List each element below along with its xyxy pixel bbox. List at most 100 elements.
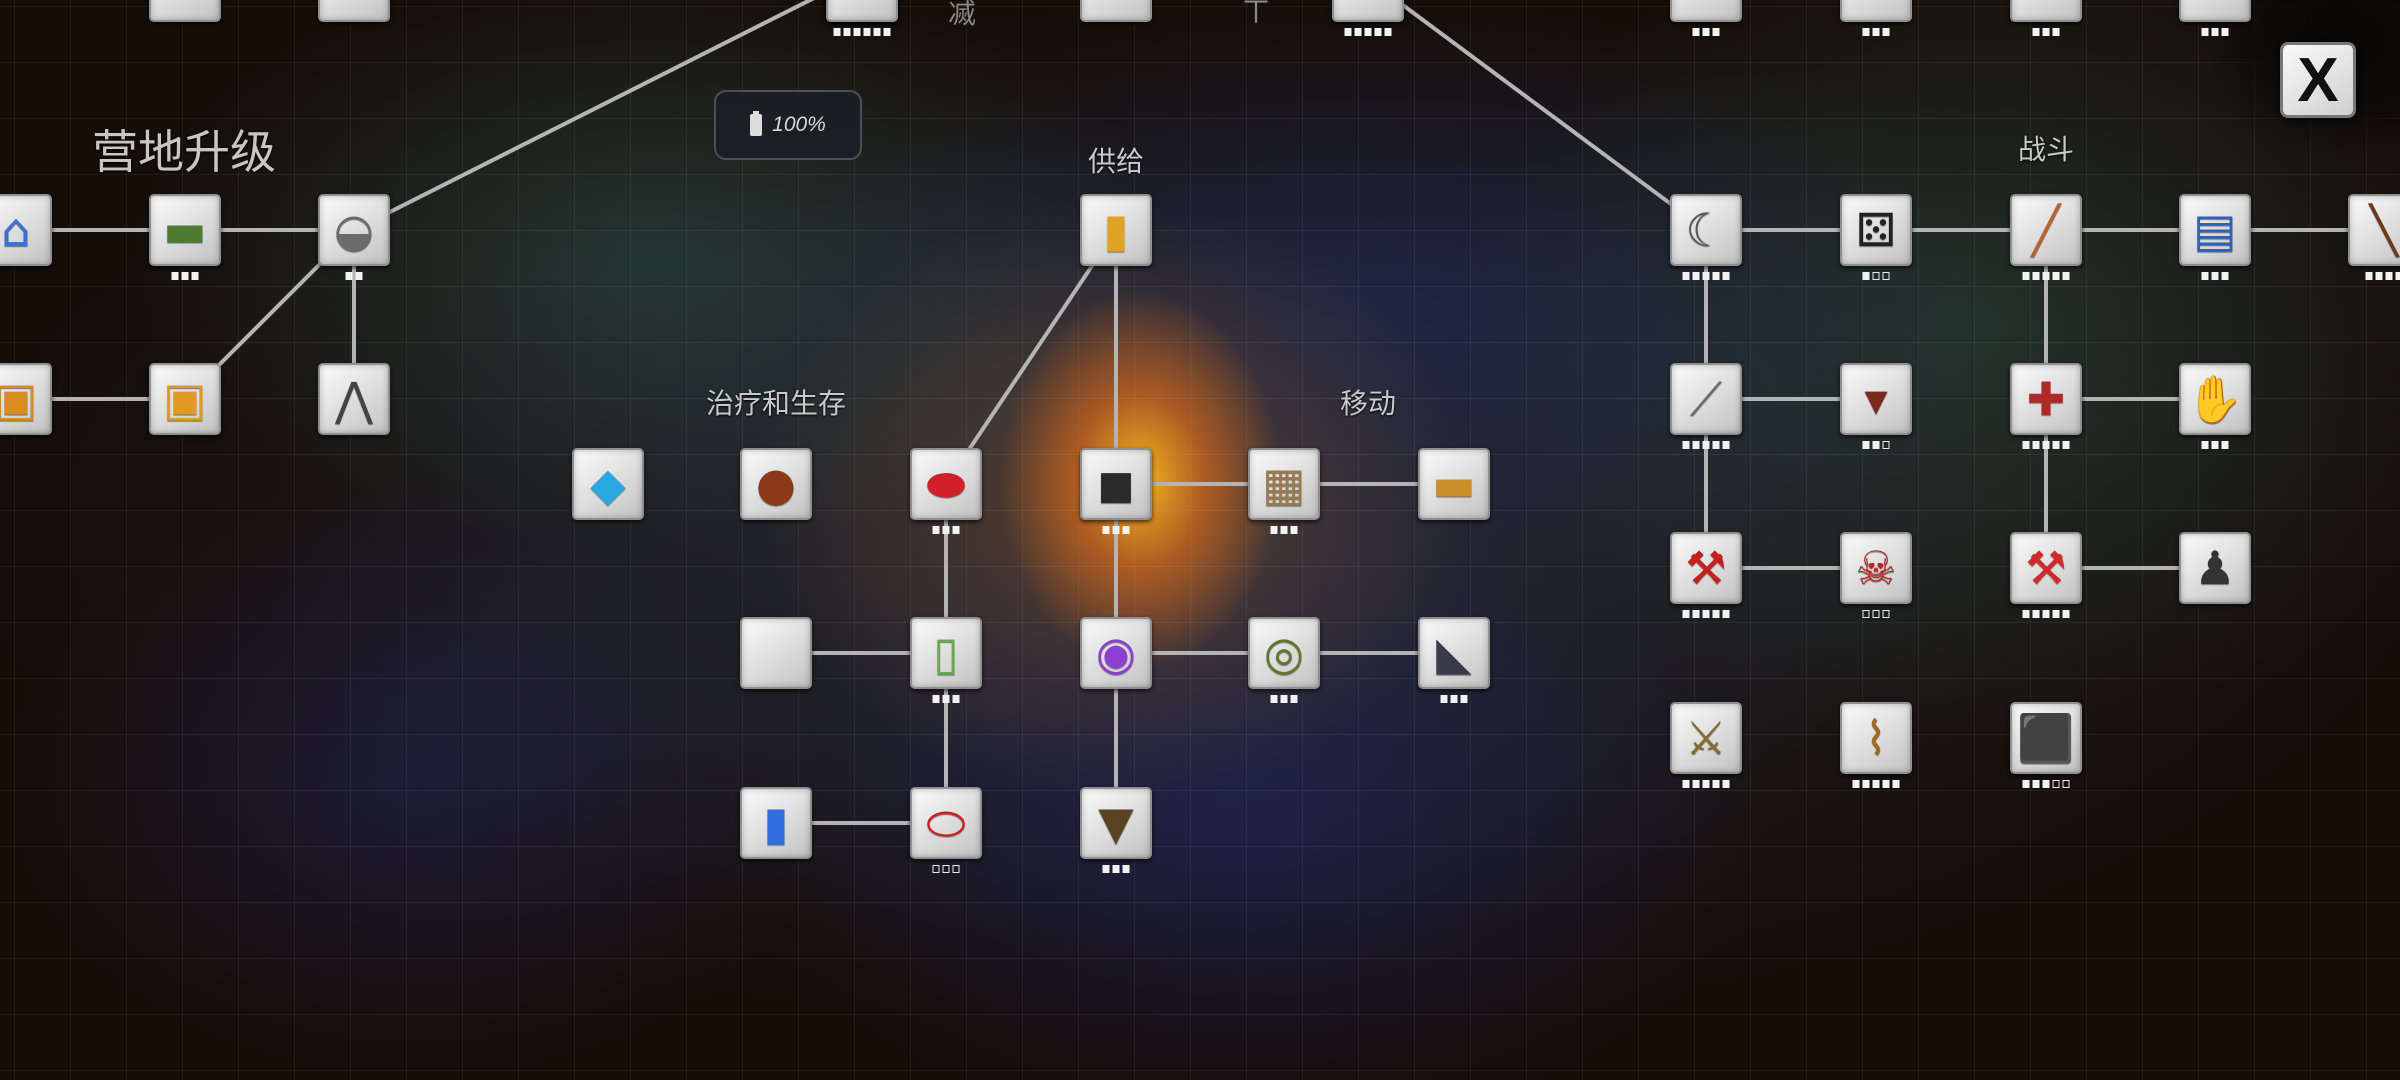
level-pip-filled [942,526,950,534]
level-pips-top-i [2032,28,2060,36]
pipe-wrench-icon: ✚ [2026,372,2066,426]
skill-node-move-shoe[interactable]: ◣ [1418,617,1490,689]
skill-node-camp-chest-left[interactable]: ▣ [0,363,52,435]
level-pip-filled [1102,526,1110,534]
level-pip-filled [1702,610,1710,618]
skill-node-combat-wrench[interactable]: ✚ [2010,363,2082,435]
skill-node-combat-axe-2[interactable]: ⚒ [2010,532,2082,604]
sleeping-bag-icon: ▬ [163,203,207,257]
skill-node-combat-dice[interactable]: ⚄ [1840,194,1912,266]
level-pip-filled [1892,780,1900,788]
level-pip-filled [1702,780,1710,788]
level-pip-filled [1692,28,1700,36]
level-pip-filled [1862,780,1870,788]
level-pip-filled [191,272,199,280]
skill-node-heal-bottle[interactable]: ● [740,448,812,520]
skill-node-top-j[interactable] [2179,0,2251,22]
skill-node-combat-skull[interactable]: ☠ [1840,532,1912,604]
level-pip-filled [1682,610,1690,618]
level-pip-filled [1852,780,1860,788]
level-pips-combat-wrench [2022,441,2070,449]
level-pip-filled [2211,441,2219,449]
skill-node-move-skateboard[interactable]: ▬ [1418,448,1490,520]
level-pip-filled [1280,695,1288,703]
tape-roll-icon: ◎ [1263,626,1305,680]
canned-food-icon: ▮ [1103,203,1129,257]
skill-node-heal-can[interactable]: ▯ [910,617,982,689]
skill-node-top-h[interactable] [1840,0,1912,22]
level-pip-filled [2032,441,2040,449]
skill-node-combat-bat[interactable]: ╱ [2010,194,2082,266]
skill-node-heal-pills[interactable]: ⬭ [910,787,982,859]
kneepads-icon: ◼ [1096,457,1136,511]
level-pip-filled [1270,526,1278,534]
dice-icon: ⚄ [1856,203,1896,257]
level-pip-empty [952,865,960,873]
skill-node-combat-fangs[interactable]: ▾ [1840,363,1912,435]
level-pips-top-f [1344,28,1392,36]
blood-bag-icon: ⬬ [926,457,966,511]
skill-node-move-tape[interactable]: ◎ [1248,617,1320,689]
skill-node-camp-house[interactable]: ⌂ [0,194,52,266]
skill-node-combat-axe[interactable]: ⚒ [1670,532,1742,604]
skill-node-combat-rifle[interactable]: ╲ [2348,194,2400,266]
level-pip-empty [1882,272,1890,280]
skill-node-top-i[interactable] [2010,0,2082,22]
skill-node-camp-chest[interactable]: ▣ [149,363,221,435]
skill-node-heal-crystal[interactable]: ◆ [572,448,644,520]
tripod-icon: ⋀ [335,372,373,426]
level-pip-filled [2221,28,2229,36]
skill-node-combat-bandage-hand[interactable]: ✋ [2179,363,2251,435]
pills-icon: ⬭ [926,796,966,850]
skill-node-heal-energy[interactable]: ▮ [740,787,812,859]
level-pips-combat-bat [2022,272,2070,280]
chest-icon: ▣ [0,372,38,426]
skill-node-move-net[interactable]: ▦ [1248,448,1320,520]
skill-node-move-brush[interactable]: ▼ [1080,787,1152,859]
level-pip-filled [2022,441,2030,449]
skill-node-heal-blood-bag[interactable]: ⬬ [910,448,982,520]
level-pip-filled [1712,610,1720,618]
battery-indicator: 100% [714,90,862,160]
level-pip-filled [1460,695,1468,703]
skill-node-top-f[interactable] [1332,0,1404,22]
net-icon: ▦ [1262,457,1306,511]
level-pip-empty [2052,780,2060,788]
level-pip-filled [1722,610,1730,618]
skill-node-move-kneepads[interactable]: ◼ [1080,448,1152,520]
skill-node-combat-sword[interactable]: ⚔ [1670,702,1742,774]
skill-node-supply-can[interactable]: ▮ [1080,194,1152,266]
skill-node-combat-sickle[interactable]: ☾ [1670,194,1742,266]
skill-node-top-g[interactable] [1670,0,1742,22]
skill-node-combat-machete[interactable]: ⟋ [1670,363,1742,435]
gear-shift-icon: ♟ [2194,541,2236,595]
skill-node-top-d[interactable] [826,0,898,22]
skill-node-top-a[interactable] [149,0,221,22]
level-pip-filled [1862,272,1870,280]
skill-node-move-wristbands[interactable]: ◉ [1080,617,1152,689]
level-pips-camp-sleeping-bag [171,272,199,280]
top-partial-glyph: 㓕 [948,0,977,29]
skill-node-combat-card[interactable]: ▤ [2179,194,2251,266]
level-pips-combat-sickle [1682,272,1730,280]
skill-node-camp-cooking-pot[interactable]: ◒ [318,194,390,266]
level-pip-filled [2221,441,2229,449]
level-pip-filled [2365,272,2373,280]
category-movement-title: 移动 [1339,388,1397,419]
skill-node-heal-empty[interactable] [740,617,812,689]
level-pip-filled [1862,441,1870,449]
skill-node-combat-hook[interactable]: ⌇ [1840,702,1912,774]
chest-icon: ▣ [163,372,207,426]
skill-node-top-e[interactable] [1080,0,1152,22]
top-partial-glyph: ㄒ [1242,0,1271,27]
skill-node-top-b[interactable] [318,0,390,22]
level-pip-filled [1450,695,1458,703]
level-pips-move-tape [1270,695,1298,703]
level-pip-filled [345,272,353,280]
level-pips-combat-bandage-hand [2201,441,2229,449]
close-button[interactable]: X [2280,42,2356,118]
skill-node-camp-tripod[interactable]: ⋀ [318,363,390,435]
skill-node-combat-joystick[interactable]: ♟ [2179,532,2251,604]
skill-node-camp-sleeping-bag[interactable]: ▬ [149,194,221,266]
skill-node-combat-shield[interactable]: ⬛ [2010,702,2082,774]
